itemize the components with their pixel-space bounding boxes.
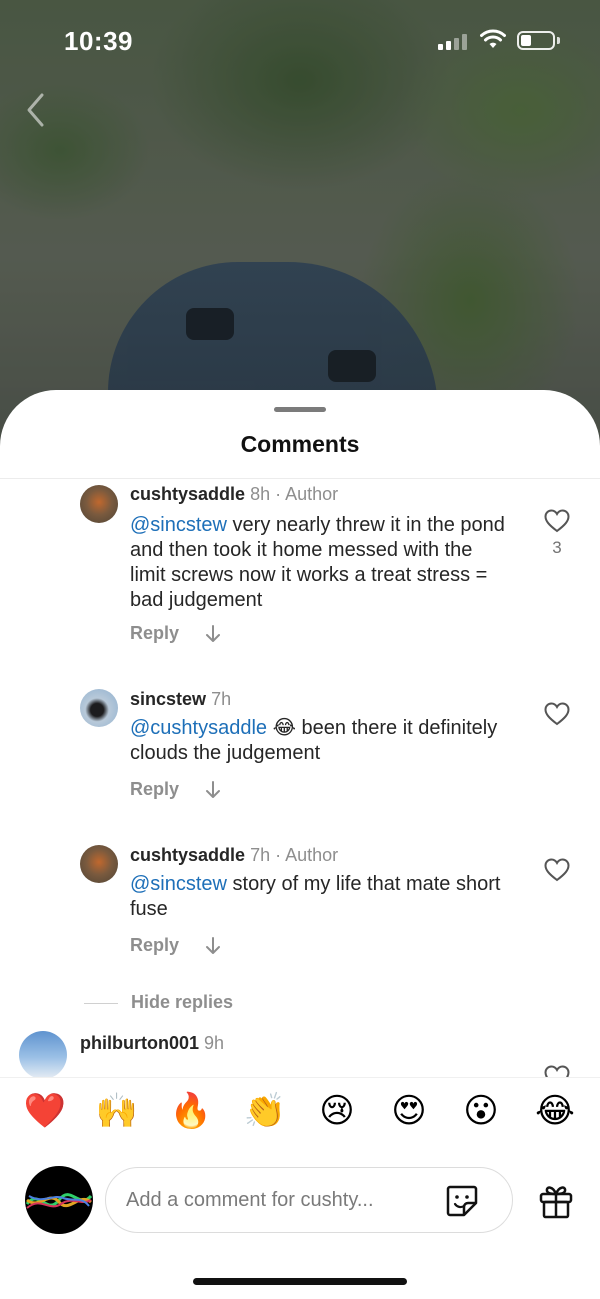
comment-username[interactable]: cushtysaddle 8h · Author [130, 484, 338, 505]
arrow-down-icon[interactable] [205, 780, 221, 800]
comment-username[interactable]: cushtysaddle 7h · Author [130, 845, 338, 866]
emoji-clap-button[interactable]: 👏 [240, 1091, 290, 1131]
username-text[interactable]: sincstew [130, 689, 206, 709]
comment-username[interactable]: philburton001 9h [80, 1033, 224, 1054]
comment-input-placeholder: Add a comment for cushty... [126, 1189, 374, 1211]
comment-input[interactable]: Add a comment for cushty... [105, 1167, 513, 1233]
avatar[interactable] [80, 485, 118, 523]
emoji-crying-button[interactable]: 😢 [312, 1091, 362, 1131]
comments-list[interactable]: cushtysaddle 8h · Author @sincstew very … [0, 479, 600, 1077]
chevron-left-icon[interactable] [24, 92, 46, 128]
comment-time: 7h [211, 689, 232, 709]
comment-time: 7h [250, 845, 271, 865]
emoji-raised-hands-button[interactable]: 🙌 [92, 1091, 142, 1131]
reply-button[interactable]: Reply [130, 779, 179, 800]
comment-text: @cushtysaddle 😂 been there it definitely… [130, 716, 510, 766]
emoji-laughing-button[interactable]: 😂 [530, 1091, 580, 1131]
sheet-grabber[interactable] [274, 407, 326, 412]
heart-icon[interactable] [544, 858, 570, 882]
video-detail [328, 350, 376, 382]
comment-time: 8h [250, 484, 271, 504]
hide-replies-label[interactable]: Hide replies [131, 992, 233, 1013]
emoji-heart-button[interactable]: ❤️ [20, 1091, 70, 1131]
avatar[interactable] [19, 1031, 67, 1077]
emoji-surprised-button[interactable]: 😮 [456, 1091, 506, 1131]
wifi-icon [480, 29, 506, 48]
heart-icon[interactable] [544, 702, 570, 726]
battery-icon [517, 31, 555, 50]
sheet-title: Comments [240, 431, 360, 457]
avatar[interactable] [80, 689, 118, 727]
home-indicator[interactable] [193, 1278, 407, 1285]
comment-time: 9h [204, 1033, 225, 1053]
arrow-down-icon[interactable] [205, 624, 221, 644]
mention-link[interactable]: @sincstew [130, 873, 227, 895]
comment-text: @sincstew very nearly threw it in the po… [130, 513, 510, 613]
emoji-fire-button[interactable]: 🔥 [166, 1091, 216, 1131]
mention-link[interactable]: @cushtysaddle [130, 717, 267, 739]
mention-link[interactable]: @sincstew [130, 514, 227, 536]
avatar-artwork [25, 1193, 93, 1209]
battery-level [521, 35, 531, 46]
reply-button[interactable]: Reply [130, 623, 179, 644]
gift-icon[interactable] [537, 1182, 575, 1220]
current-user-avatar [25, 1166, 93, 1234]
comment-username[interactable]: sincstew 7h [130, 689, 231, 710]
like-count: 3 [552, 538, 562, 557]
cellular-signal-icon [438, 34, 468, 50]
comments-sheet: Comments cushtysaddle 8h · Author @sincs… [0, 390, 600, 1299]
sticker-icon[interactable] [444, 1183, 480, 1219]
avatar[interactable] [80, 845, 118, 883]
battery-tip [557, 37, 560, 44]
author-badge: · Author [275, 484, 339, 504]
thread-line [84, 1003, 118, 1004]
username-text[interactable]: cushtysaddle [130, 484, 245, 504]
video-detail [186, 308, 234, 340]
comment-text: @sincstew story of my life that mate sho… [130, 872, 510, 922]
author-badge: · Author [275, 845, 339, 865]
heart-icon[interactable] [544, 1065, 570, 1077]
reply-button[interactable]: Reply [130, 935, 179, 956]
emoji-heart-eyes-button[interactable]: 😍 [384, 1091, 434, 1131]
arrow-down-icon[interactable] [205, 936, 221, 956]
username-text[interactable]: cushtysaddle [130, 845, 245, 865]
status-time: 10:39 [64, 26, 133, 56]
heart-icon[interactable] [544, 509, 570, 533]
emoji-reaction-bar: ❤️ 🙌 🔥 👏 😢 😍 😮 😂 [0, 1077, 600, 1149]
status-bar: 10:39 [0, 0, 600, 80]
username-text[interactable]: philburton001 [80, 1033, 199, 1053]
